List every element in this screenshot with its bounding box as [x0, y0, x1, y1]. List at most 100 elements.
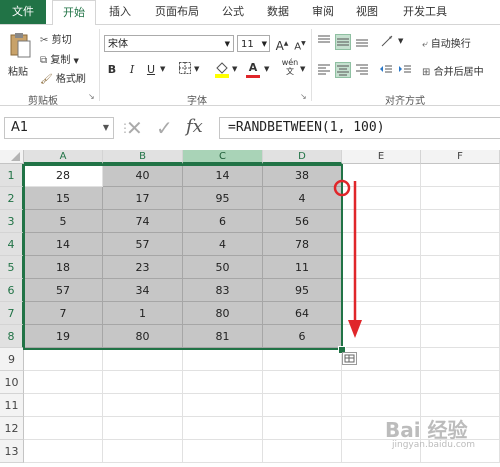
cell-d10[interactable] — [263, 371, 342, 394]
insert-function-icon[interactable]: fx — [186, 116, 203, 137]
cell-a2[interactable]: 15 — [24, 187, 103, 210]
row-header-7[interactable]: 7 — [0, 302, 24, 325]
copy-button[interactable]: ⧉ 复制 ▼ — [40, 51, 79, 66]
align-bottom-button[interactable] — [354, 34, 370, 50]
underline-button[interactable]: U — [143, 62, 159, 78]
align-right-button[interactable] — [354, 62, 370, 78]
cell-c5[interactable]: 50 — [183, 256, 263, 279]
cell-c9[interactable] — [183, 348, 263, 371]
cut-button[interactable]: ✂ 剪切 — [40, 31, 72, 46]
cell-f10[interactable] — [421, 371, 500, 394]
column-header-b[interactable]: B — [103, 150, 183, 164]
formula-input[interactable]: =RANDBETWEEN(1, 100) — [219, 117, 500, 139]
paste-button[interactable]: 粘贴 — [6, 31, 34, 83]
cell-c12[interactable] — [183, 417, 263, 440]
borders-button[interactable] — [177, 62, 193, 78]
cell-d13[interactable] — [263, 440, 342, 463]
align-top-button[interactable] — [316, 34, 332, 50]
column-header-c[interactable]: C — [183, 150, 263, 164]
chevron-down-icon[interactable]: ▼ — [160, 65, 165, 73]
row-header-6[interactable]: 6 — [0, 279, 24, 302]
tab-home[interactable]: 开始 — [52, 0, 96, 26]
cell-f1[interactable] — [421, 164, 500, 187]
cell-e10[interactable] — [342, 371, 421, 394]
cell-c10[interactable] — [183, 371, 263, 394]
row-header-4[interactable]: 4 — [0, 233, 24, 256]
row-header-10[interactable]: 10 — [0, 371, 24, 394]
cell-c1[interactable]: 14 — [183, 164, 263, 187]
cell-a13[interactable] — [24, 440, 103, 463]
align-left-button[interactable] — [316, 62, 332, 78]
cell-f4[interactable] — [421, 233, 500, 256]
cell-b3[interactable]: 74 — [103, 210, 183, 233]
row-header-11[interactable]: 11 — [0, 394, 24, 417]
phonetic-button[interactable]: wén 文 — [280, 58, 300, 76]
tab-file[interactable]: 文件 — [0, 0, 46, 24]
cell-d12[interactable] — [263, 417, 342, 440]
cell-c13[interactable] — [183, 440, 263, 463]
row-header-12[interactable]: 12 — [0, 417, 24, 440]
row-header-3[interactable]: 3 — [0, 210, 24, 233]
align-middle-button[interactable] — [335, 34, 351, 50]
cell-f3[interactable] — [421, 210, 500, 233]
cell-b13[interactable] — [103, 440, 183, 463]
cell-b12[interactable] — [103, 417, 183, 440]
italic-button[interactable]: I — [124, 62, 140, 78]
grow-font-button[interactable]: A▲ — [274, 36, 290, 53]
cell-a7[interactable]: 7 — [24, 302, 103, 325]
cell-a11[interactable] — [24, 394, 103, 417]
tab-review[interactable]: 审阅 — [303, 0, 343, 24]
cell-a1[interactable]: 28 — [24, 164, 103, 187]
dialog-launcher-icon[interactable]: ↘ — [88, 92, 95, 101]
decrease-indent-button[interactable] — [378, 62, 394, 78]
cell-b8[interactable]: 80 — [103, 325, 183, 348]
tab-data[interactable]: 数据 — [258, 0, 298, 24]
cell-c4[interactable]: 4 — [183, 233, 263, 256]
cell-f9[interactable] — [421, 348, 500, 371]
chevron-down-icon[interactable]: ▼ — [300, 65, 305, 73]
cell-a12[interactable] — [24, 417, 103, 440]
merge-center-button[interactable]: ⊞ 合并后居中 — [422, 63, 484, 78]
cell-c11[interactable] — [183, 394, 263, 417]
column-header-d[interactable]: D — [263, 150, 342, 164]
row-header-9[interactable]: 9 — [0, 348, 24, 371]
orientation-button[interactable] — [380, 34, 396, 50]
chevron-down-icon[interactable]: ▼ — [398, 37, 403, 45]
cell-d11[interactable] — [263, 394, 342, 417]
cell-c2[interactable]: 95 — [183, 187, 263, 210]
cell-c7[interactable]: 80 — [183, 302, 263, 325]
column-header-a[interactable]: A — [24, 150, 103, 164]
align-center-button[interactable] — [335, 62, 351, 78]
cell-a6[interactable]: 57 — [24, 279, 103, 302]
cell-f5[interactable] — [421, 256, 500, 279]
cancel-icon[interactable]: ✕ — [126, 116, 143, 140]
name-box[interactable]: A1 ▼ — [4, 117, 114, 139]
row-header-5[interactable]: 5 — [0, 256, 24, 279]
format-painter-button[interactable]: 🖌 格式刷 — [40, 70, 86, 85]
cell-b4[interactable]: 57 — [103, 233, 183, 256]
cell-b10[interactable] — [103, 371, 183, 394]
cell-c3[interactable]: 6 — [183, 210, 263, 233]
cell-c6[interactable]: 83 — [183, 279, 263, 302]
enter-icon[interactable]: ✓ — [156, 116, 173, 140]
dialog-launcher-icon[interactable]: ↘ — [300, 92, 307, 101]
cell-f8[interactable] — [421, 325, 500, 348]
column-header-e[interactable]: E — [342, 150, 421, 164]
font-name-combo[interactable]: 宋体 ▼ — [104, 35, 234, 52]
shrink-font-button[interactable]: A▼ — [292, 36, 308, 52]
font-color-button[interactable]: A — [245, 60, 261, 78]
increase-indent-button[interactable] — [397, 62, 413, 78]
cell-a5[interactable]: 18 — [24, 256, 103, 279]
cell-b2[interactable]: 17 — [103, 187, 183, 210]
row-header-2[interactable]: 2 — [0, 187, 24, 210]
cell-a3[interactable]: 5 — [24, 210, 103, 233]
bold-button[interactable]: B — [104, 62, 120, 78]
row-header-13[interactable]: 13 — [0, 440, 24, 463]
tab-developer[interactable]: 开发工具 — [393, 0, 457, 24]
select-all-corner[interactable] — [0, 150, 24, 164]
cell-c8[interactable]: 81 — [183, 325, 263, 348]
cell-f2[interactable] — [421, 187, 500, 210]
quick-analysis-button[interactable] — [342, 352, 357, 365]
cell-f6[interactable] — [421, 279, 500, 302]
cell-b1[interactable]: 40 — [103, 164, 183, 187]
